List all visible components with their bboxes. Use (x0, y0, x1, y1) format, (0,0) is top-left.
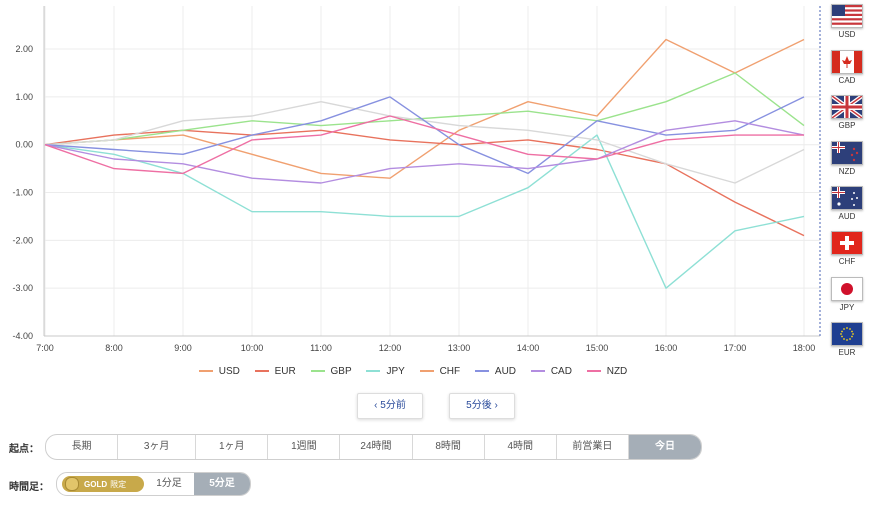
flag-jpy[interactable]: JPY (830, 277, 864, 312)
legend-label: CHF (439, 366, 461, 377)
timeframe-option-1min[interactable]: 1分足 (144, 473, 194, 495)
period-option-1m[interactable]: 1ヶ月 (196, 435, 269, 459)
x-tick-label: 9:00 (174, 343, 192, 353)
legend-swatch (474, 370, 489, 373)
y-tick-label: 2.00 (15, 44, 33, 54)
flag-code: NZD (838, 167, 856, 176)
x-tick-label: 18:00 (793, 343, 816, 353)
x-tick-label: 16:00 (655, 343, 678, 353)
legend-label: JPY (386, 366, 405, 377)
gold-badge-label: GOLD (84, 479, 108, 489)
flag-cad[interactable]: CAD (830, 50, 864, 85)
x-tick-label: 8:00 (105, 343, 123, 353)
line-chart: 7:00 8:00 9:00 10:00 11:00 12:00 13:00 14:00 15:… (12, 6, 821, 353)
flag-code: CAD (838, 76, 856, 85)
flag-usd[interactable]: USD (830, 4, 864, 39)
timeframe-label: 時間足： (9, 482, 49, 493)
x-tick-label: 17:00 (724, 343, 747, 353)
x-tick-label: 15:00 (586, 343, 609, 353)
y-tick-label: -1.00 (12, 188, 33, 198)
new-zealand-flag-icon (831, 141, 863, 165)
y-tick-label: -4.00 (12, 331, 33, 341)
legend-item-eur[interactable]: EUR (254, 366, 296, 377)
y-tick-label: -2.00 (12, 235, 33, 245)
x-tick-label: 10:00 (241, 343, 264, 353)
legend-label: USD (218, 366, 240, 377)
period-option-4h[interactable]: 4時間 (485, 435, 557, 459)
prev-5min-button[interactable]: ‹ 5分前 (357, 393, 423, 419)
legend-item-nzd[interactable]: NZD (586, 366, 628, 377)
legend-item-gbp[interactable]: GBP (310, 366, 352, 377)
flag-code: EUR (838, 348, 856, 357)
flag-code: AUD (838, 212, 856, 221)
flag-code: JPY (839, 303, 855, 312)
y-tick-label: -3.00 (12, 283, 33, 293)
y-tick-label: 0.00 (15, 140, 33, 150)
x-tick-label: 7:00 (36, 343, 54, 353)
timeframe-selector: GOLD 限定 1分足 5分足 (56, 472, 251, 496)
legend-item-jpy[interactable]: JPY (366, 366, 405, 377)
australia-flag-icon (831, 186, 863, 210)
timeframe-option-5min[interactable]: 5分足 (194, 473, 250, 495)
chart-legend: USD EUR GBP JPY CHF AUD CAD NZD (0, 366, 826, 377)
period-option-1w[interactable]: 1週間 (268, 435, 341, 459)
flag-chf[interactable]: CHF (830, 231, 864, 266)
flag-aud[interactable]: AUD (830, 186, 864, 221)
japan-flag-icon (831, 277, 863, 301)
legend-label: NZD (606, 366, 628, 377)
flag-code: USD (838, 30, 856, 39)
legend-swatch (419, 370, 434, 373)
switzerland-flag-icon (831, 231, 863, 255)
next-5min-button[interactable]: 5分後 › (449, 393, 515, 419)
legend-item-chf[interactable]: CHF (419, 366, 461, 377)
y-tick-label: 1.00 (15, 92, 33, 102)
period-option-long[interactable]: 長期 (46, 435, 119, 459)
period-option-3m[interactable]: 3ヶ月 (118, 435, 197, 459)
period-option-8h[interactable]: 8時間 (413, 435, 485, 459)
legend-swatch (586, 370, 601, 373)
gold-coin-icon (65, 477, 79, 491)
legend-swatch (254, 370, 269, 373)
legend-swatch (198, 370, 213, 373)
x-tick-label: 13:00 (448, 343, 471, 353)
gold-badge-limited: 限定 (110, 479, 127, 489)
flag-nzd[interactable]: NZD (830, 141, 864, 176)
plot-area (44, 6, 820, 336)
x-tick-label: 12:00 (379, 343, 402, 353)
flag-gbp[interactable]: GBP (830, 95, 864, 130)
period-option-today[interactable]: 今日 (628, 435, 701, 459)
uk-flag-icon (831, 95, 863, 119)
legend-label: GBP (330, 366, 352, 377)
canada-flag-icon (831, 50, 863, 74)
period-option-24h[interactable]: 24時間 (340, 435, 413, 459)
x-tick-label: 14:00 (517, 343, 540, 353)
period-option-prev-day[interactable]: 前営業日 (557, 435, 629, 459)
legend-swatch (366, 370, 381, 373)
legend-swatch (530, 370, 545, 373)
legend-label: CAD (550, 366, 572, 377)
legend-label: EUR (274, 366, 296, 377)
us-flag-icon (831, 4, 863, 28)
period-selector: 長期 3ヶ月 1ヶ月 1週間 24時間 8時間 4時間 前営業日 今日 (45, 434, 702, 460)
flag-eur[interactable]: EUR (830, 322, 864, 357)
legend-swatch (310, 370, 325, 373)
legend-item-aud[interactable]: AUD (474, 366, 517, 377)
x-tick-label: 11:00 (310, 343, 332, 353)
legend-item-usd[interactable]: USD (198, 366, 240, 377)
legend-item-cad[interactable]: CAD (530, 366, 572, 377)
period-label: 起点： (9, 444, 39, 455)
eu-flag-icon (831, 322, 863, 346)
gold-badge: GOLD 限定 (62, 476, 144, 492)
flag-code: GBP (838, 121, 856, 130)
flag-code: CHF (838, 257, 856, 266)
legend-label: AUD (494, 366, 517, 377)
